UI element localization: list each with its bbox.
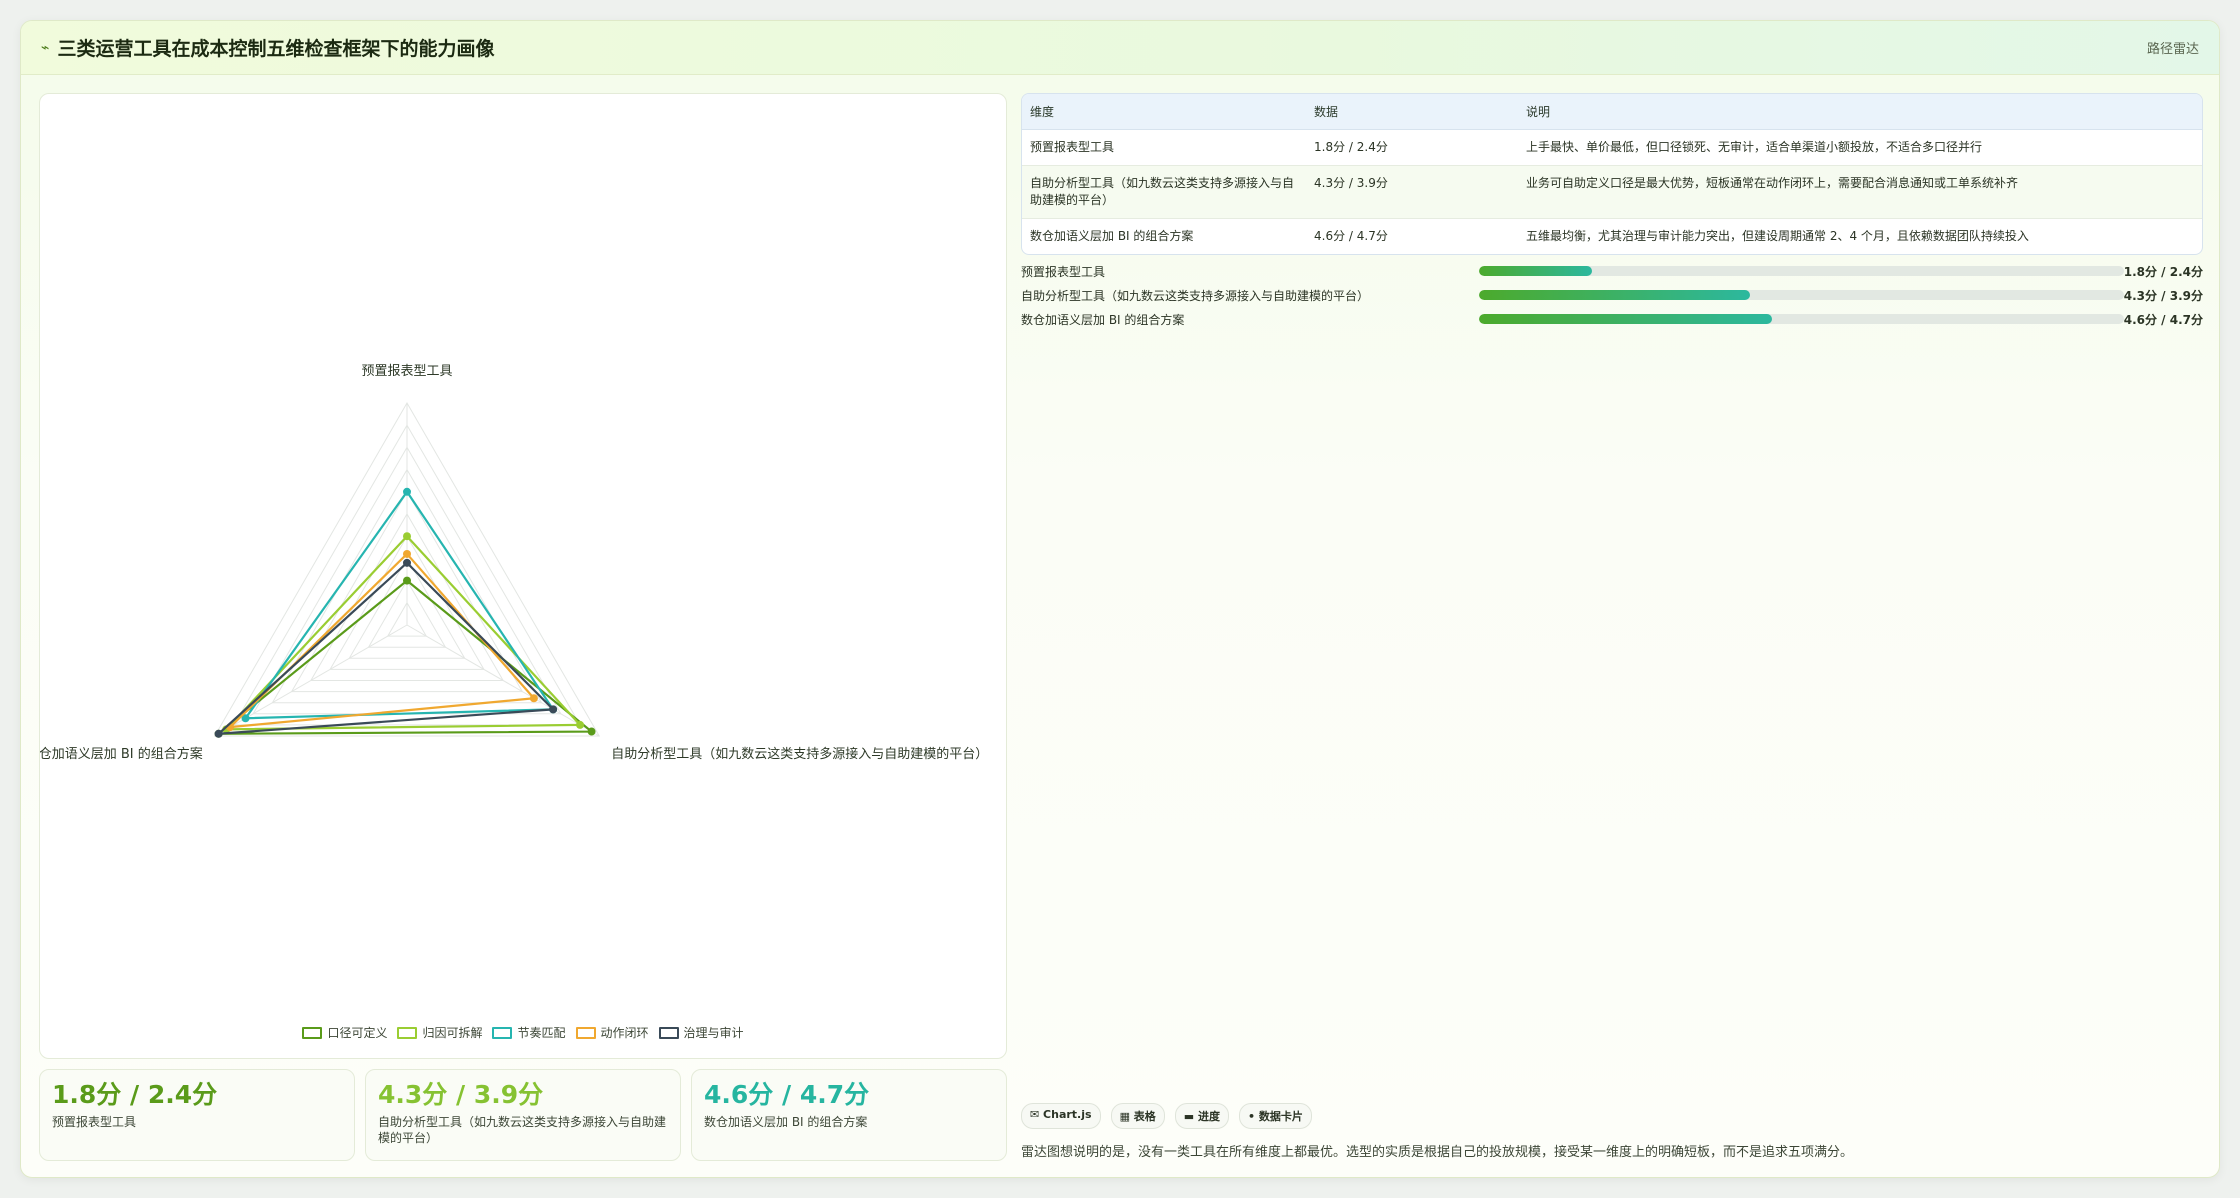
- page-title: 三类运营工具在成本控制五维检查框架下的能力画像: [57, 38, 495, 60]
- progress-row: 自助分析型工具（如九数云这类支持多源接入与自助建模的平台） 4.3分 / 3.9分: [1021, 283, 2203, 307]
- progress-label: 自助分析型工具（如九数云这类支持多源接入与自助建模的平台）: [1021, 288, 1370, 303]
- progress-row: 预置报表型工具 1.8分 / 2.4分: [1021, 259, 2203, 283]
- legend-item[interactable]: 动作闭环: [575, 1024, 649, 1041]
- progress-list: 预置报表型工具 1.8分 / 2.4分自助分析型工具（如九数云这类支持多源接入与自…: [1021, 259, 2203, 331]
- table-cell: 上手最快、单价最低，但口径锁死、无审计，适合单渠道小额投放，不适合多口径并行: [1518, 129, 2202, 166]
- progress-fill: [1478, 290, 1750, 300]
- chart-legend: 口径可定义 归因可拆解 节奏匹配 动作闭环 治理与审计: [40, 1024, 1006, 1041]
- data-point: [529, 694, 538, 703]
- progress-row: 数仓加语义层加 BI 的组合方案 4.6分 / 4.7分: [1021, 307, 2203, 331]
- view-chips: ✉ Chart.js ▦ 表格 ▬ 进度 • 数据卡片: [1021, 1103, 1312, 1129]
- data-card-chip[interactable]: • 数据卡片: [1239, 1103, 1312, 1129]
- data-table: 维度 数据 说明 预置报表型工具 1.8分 / 2.4分 上手最快、单价最低，但…: [1021, 93, 2203, 255]
- radar-chart-panel: 预置报表型工具自助分析型工具（如九数云这类支持多源接入与自助建模的平台） 数仓加语…: [39, 93, 1007, 1059]
- table-header-note: 说明: [1518, 94, 2202, 130]
- table-cell: 自助分析型工具（如九数云这类支持多源接入与自助建模的平台）: [1022, 165, 1306, 219]
- table-cell: 业务可自助定义口径是最大优势，短板通常在动作闭环上，需要配合消息通知或工单系统补…: [1518, 165, 2202, 219]
- progress-value: 1.8分 / 2.4分: [2123, 264, 2204, 279]
- progress-value: 4.6分 / 4.7分: [2123, 312, 2204, 327]
- table-row: 自助分析型工具（如九数云这类支持多源接入与自助建模的平台） 4.3分 / 3.9…: [1022, 165, 2202, 219]
- table-cell: 1.8分 / 2.4分: [1306, 129, 1518, 166]
- legend-swatch: [397, 1026, 418, 1039]
- legend-swatch: [492, 1026, 513, 1039]
- legend-label: 归因可拆解: [422, 1026, 483, 1040]
- stat-card: 1.8分 / 2.4分预置报表型工具: [39, 1069, 355, 1161]
- stat-cards: 1.8分 / 2.4分 预置报表型工具 4.3分 / 3.9分 自助分析型工具（如九数…: [39, 1069, 1007, 1161]
- stat-value: 1.8分 / 2.4分: [52, 1080, 218, 1109]
- progress-track: [1478, 290, 2124, 300]
- stat-value: 4.6分 / 4.7分: [704, 1080, 870, 1109]
- legend-label: 动作闭环: [600, 1026, 649, 1040]
- legend-item[interactable]: 治理与审计: [658, 1024, 744, 1041]
- legend-item[interactable]: 口径可定义: [302, 1024, 387, 1041]
- table-cell: 数仓加语义层加 BI 的组合方案: [1030, 229, 1194, 243]
- progress-track: [1478, 314, 2124, 324]
- legend-label: 口径可定义: [327, 1026, 388, 1040]
- progress-track: [1478, 266, 2124, 276]
- table-cell: 预置报表型工具: [1022, 129, 1306, 166]
- progress-value: 4.3分 / 3.9分: [2123, 288, 2204, 303]
- stat-caption: 预置报表型工具: [52, 1115, 137, 1129]
- data-point: [549, 705, 558, 714]
- progress-view-chip[interactable]: ▬ 进度: [1174, 1103, 1230, 1129]
- chart-icon: ⌁: [41, 39, 50, 56]
- radar-chart: 预置报表型工具自助分析型工具（如九数云这类支持多源接入与自助建模的平台） 数仓加语…: [40, 364, 988, 762]
- table-header-dimension: 维度: [1022, 94, 1306, 130]
- data-point: [214, 729, 223, 738]
- header-bar: ⌁ 三类运营工具在成本控制五维检查框架下的能力画像 路径雷达: [21, 21, 2219, 75]
- stat-caption: 数仓加语义层加 BI 的组合方案: [704, 1115, 868, 1129]
- legend-label: 治理与审计: [683, 1026, 744, 1040]
- progress-label: 预置报表型工具: [1021, 264, 1106, 279]
- legend-item[interactable]: 归因可拆解: [397, 1024, 482, 1041]
- legend-item[interactable]: 节奏匹配: [492, 1024, 566, 1041]
- stat-card: 4.6分 / 4.7分数仓加语义层加 BI 的组合方案: [691, 1069, 1007, 1161]
- stat-caption: 自助分析型工具（如九数云这类支持多源接入与自助建模的平台）: [378, 1115, 667, 1145]
- data-point: [403, 532, 411, 541]
- axis-label: 数仓加语义层加 BI 的组合方案: [40, 746, 203, 762]
- table-cell: 五维最均衡，尤其治理与审计能力突出，但建设周期通常 2、4 个月，且依赖数据团队…: [1526, 229, 2029, 243]
- table-view-chip[interactable]: ▦ 表格: [1110, 1103, 1165, 1129]
- data-point: [587, 727, 596, 736]
- data-point: [403, 549, 411, 558]
- data-point: [403, 558, 411, 567]
- footnote: 雷达图想说明的是，没有一类工具在所有维度上都最优。选型的实质是根据自己的投放规模…: [1021, 1145, 1854, 1160]
- stat-value: 4.3分 / 3.9分: [378, 1080, 544, 1109]
- series-line: [217, 561, 555, 735]
- legend-swatch: [658, 1026, 679, 1039]
- legend-label: 节奏匹配: [517, 1026, 566, 1040]
- axis-label: 自助分析型工具（如九数云这类支持多源接入与自助建模的平台）: [611, 746, 988, 762]
- report-card: ⌁ 三类运营工具在成本控制五维检查框架下的能力画像 路径雷达 预置报表型工具 自助…: [20, 20, 2220, 1178]
- table-row: 数仓加语义层加 BI 的组合方案 4.6分 / 4.7分 五维最均衡，尤其治理与…: [1022, 219, 2202, 255]
- data-point: [576, 720, 585, 729]
- progress-fill: [1478, 266, 1592, 276]
- table-row: 预置报表型工具 1.8分 / 2.4分 上手最快、单价最低，但口径锁死、无审计，…: [1022, 129, 2202, 166]
- table-header-data: 数据: [1306, 94, 1518, 130]
- legend-swatch: [302, 1026, 323, 1039]
- legend-swatch: [575, 1026, 596, 1039]
- series-line: [244, 490, 555, 720]
- table-cell: 4.3分 / 3.9分: [1306, 165, 1518, 219]
- data-point: [403, 487, 411, 496]
- axis-label: 预置报表型工具: [361, 364, 452, 379]
- table-cell: 4.6分 / 4.7分: [1314, 229, 1388, 243]
- chart-view-chip[interactable]: ✉ Chart.js: [1021, 1103, 1101, 1129]
- data-point: [403, 576, 411, 585]
- progress-fill: [1478, 314, 1773, 324]
- stat-card: 4.3分 / 3.9分自助分析型工具（如九数云这类支持多源接入与自助建模的平台）: [365, 1069, 681, 1161]
- progress-label: 数仓加语义层加 BI 的组合方案: [1021, 312, 1185, 327]
- route-link[interactable]: 路径雷达: [2147, 38, 2199, 57]
